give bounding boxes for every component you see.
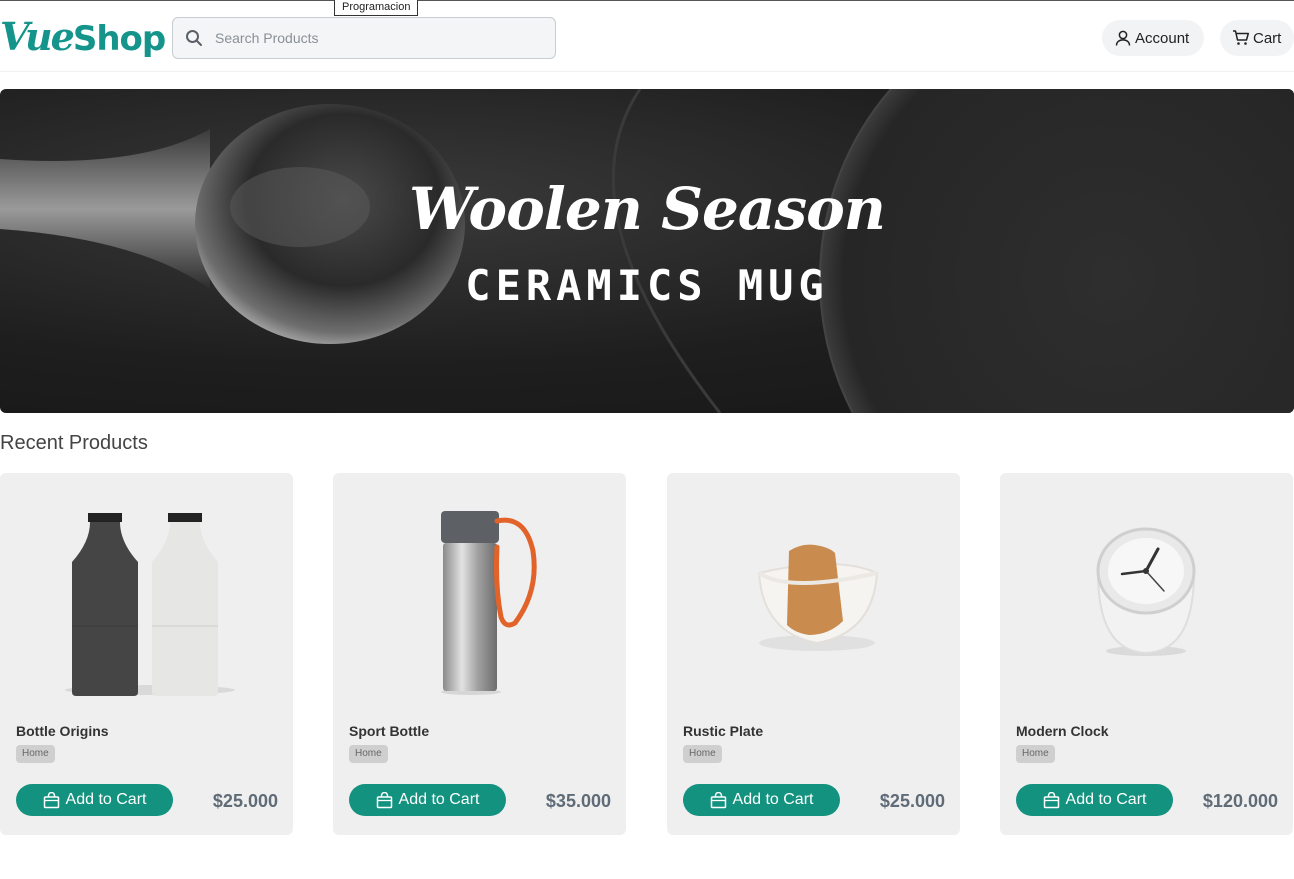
search-box	[172, 17, 556, 59]
search-icon[interactable]	[173, 18, 215, 58]
product-price: $25.000	[879, 791, 945, 811]
brand-logo-part1: Vue	[0, 14, 75, 59]
hero-spoon-image	[0, 89, 1294, 413]
add-to-cart-label: Add to Cart	[65, 791, 147, 808]
add-to-cart-label: Add to Cart	[732, 791, 814, 808]
shopping-bag-icon	[43, 791, 59, 808]
add-to-cart-label: Add to Cart	[1065, 791, 1147, 808]
add-to-cart-button[interactable]: Add to Cart	[1016, 784, 1173, 816]
brand-logo-part2: Shop	[72, 19, 166, 59]
search-input[interactable]	[215, 30, 535, 46]
product-image-desk-clock	[1096, 527, 1196, 656]
product-card[interactable]: Bottle Origins Home Add to Cart $25.000	[0, 473, 293, 835]
hero-title: Woolen Season	[409, 175, 886, 243]
cart-label: Cart	[1253, 29, 1282, 47]
product-name[interactable]: Bottle Origins	[16, 723, 109, 739]
product-price: $120.000	[1202, 791, 1278, 811]
section-title: Recent Products	[0, 432, 148, 454]
brand-logo[interactable]: Vue Shop	[0, 14, 166, 62]
account-label: Account	[1135, 29, 1190, 47]
product-category-badge: Home	[16, 745, 55, 763]
add-to-cart-label: Add to Cart	[398, 791, 480, 808]
product-category-badge: Home	[1016, 745, 1055, 763]
hero-banner[interactable]: Woolen Season CERAMICS MUG	[0, 89, 1294, 413]
cart-icon	[1233, 30, 1250, 45]
product-price: $25.000	[212, 791, 278, 811]
cart-button[interactable]: Cart	[1220, 20, 1294, 56]
shopping-bag-icon	[710, 791, 726, 808]
hero-subtitle: CERAMICS MUG	[465, 261, 829, 310]
product-name[interactable]: Modern Clock	[1016, 723, 1109, 739]
add-to-cart-button[interactable]: Add to Cart	[16, 784, 173, 816]
product-image-cork-plate	[757, 544, 879, 651]
product-name[interactable]: Rustic Plate	[683, 723, 763, 739]
tooltip: Programacion	[334, 0, 419, 16]
add-to-cart-button[interactable]: Add to Cart	[683, 784, 840, 816]
product-card[interactable]: Sport Bottle Home Add to Cart $35.000	[333, 473, 626, 835]
site-header: Vue Shop Programacion Account Cart	[0, 0, 1294, 72]
product-category-badge: Home	[349, 745, 388, 763]
product-card[interactable]: Modern Clock Home Add to Cart $120.000	[1000, 473, 1293, 835]
product-category-badge: Home	[683, 745, 722, 763]
product-name[interactable]: Sport Bottle	[349, 723, 429, 739]
product-image-grinder-bottles	[65, 513, 235, 696]
account-button[interactable]: Account	[1102, 20, 1204, 56]
user-icon	[1115, 30, 1131, 46]
product-card[interactable]: Rustic Plate Home Add to Cart $25.000	[667, 473, 960, 835]
shopping-bag-icon	[1043, 791, 1059, 808]
add-to-cart-button[interactable]: Add to Cart	[349, 784, 506, 816]
shopping-bag-icon	[376, 791, 392, 808]
product-image-thermos-bottle	[441, 511, 537, 695]
product-price: $35.000	[545, 791, 611, 811]
